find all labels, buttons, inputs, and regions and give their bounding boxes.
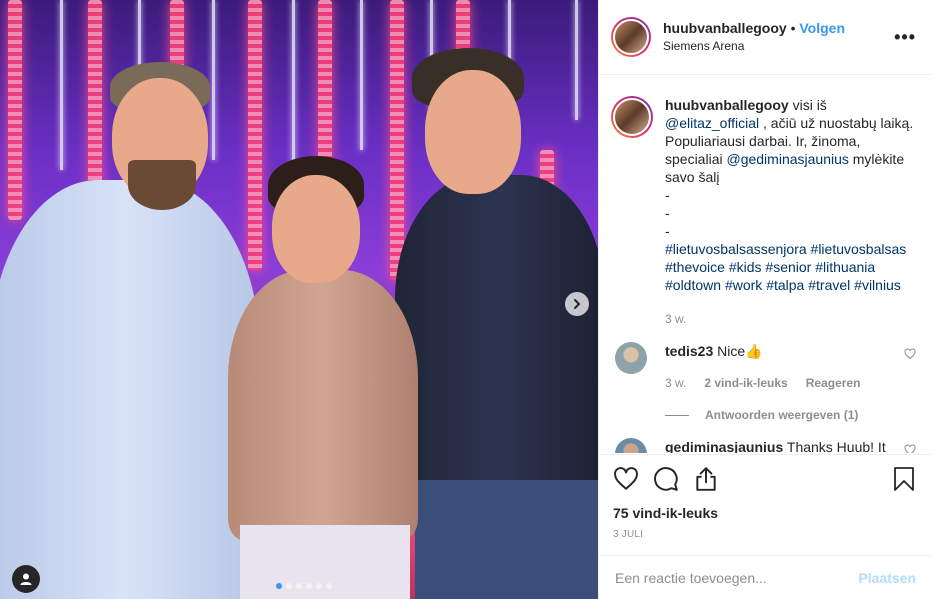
- comment-item: gediminasjaunius Thanks Huub! It: [611, 438, 916, 453]
- comment-item: tedis23 Nice👍 3 w. 2 vind-ik-leuks Reage…: [611, 342, 916, 424]
- comment-bubble-icon[interactable]: [653, 466, 679, 492]
- caption-mention[interactable]: @gediminasjaunius: [726, 151, 848, 167]
- commenter-username[interactable]: tedis23: [665, 343, 713, 359]
- author-username[interactable]: huubvanballegooy: [663, 20, 787, 36]
- instagram-post-view: huubvanballegooy • Volgen Siemens Arena …: [0, 0, 932, 599]
- author-avatar[interactable]: [611, 17, 651, 57]
- view-replies-label: Antwoorden weergeven (1): [705, 408, 859, 422]
- comment-text: Thanks Huub! It: [783, 439, 886, 453]
- caption-hashtags: #lietuvosbalsassenjora #lietuvosbalsas #…: [665, 240, 916, 294]
- hashtag-link[interactable]: #kids: [729, 259, 762, 275]
- post-actions: 75 vind-ik-leuks 3 JULI: [599, 454, 932, 540]
- caption-mention[interactable]: @elitaz_official: [665, 115, 759, 131]
- tagged-users-button[interactable]: [12, 565, 40, 593]
- hashtag-link[interactable]: #oldtown: [665, 277, 721, 293]
- comment-timestamp[interactable]: 3 w.: [665, 374, 686, 392]
- post-details-panel: huubvanballegooy • Volgen Siemens Arena …: [598, 0, 932, 599]
- bookmark-icon[interactable]: [892, 466, 916, 492]
- person-right: [395, 175, 598, 485]
- hashtag-link[interactable]: #vilnius: [854, 277, 901, 293]
- user-icon: [20, 573, 32, 585]
- hashtag-link[interactable]: #talpa: [766, 277, 804, 293]
- caption-dash: -: [665, 205, 670, 221]
- comments-section[interactable]: huubvanballegooy visi iš @elitaz_officia…: [599, 76, 932, 453]
- person-left: [0, 180, 260, 599]
- carousel-indicator: [276, 583, 332, 589]
- follow-button[interactable]: Volgen: [799, 20, 845, 36]
- post-caption: huubvanballegooy visi iš @elitaz_officia…: [611, 76, 916, 328]
- hashtag-link[interactable]: #lietuvosbalsassenjora: [665, 241, 807, 257]
- caption-text: visi iš: [788, 97, 827, 113]
- share-icon[interactable]: [693, 466, 719, 492]
- caption-avatar[interactable]: [611, 96, 653, 138]
- caption-dash: -: [665, 187, 670, 203]
- more-icon: •••: [894, 26, 916, 47]
- more-options-button[interactable]: •••: [894, 27, 916, 48]
- hashtag-link[interactable]: #lithuania: [815, 259, 875, 275]
- chevron-right-icon: [574, 299, 581, 309]
- hashtag-link[interactable]: #thevoice: [665, 259, 725, 275]
- hashtag-link[interactable]: #travel: [808, 277, 850, 293]
- hashtag-link[interactable]: #senior: [765, 259, 811, 275]
- post-comment-button[interactable]: Plaatsen: [858, 570, 916, 586]
- next-image-button[interactable]: [565, 292, 589, 316]
- post-header: huubvanballegooy • Volgen Siemens Arena …: [599, 0, 932, 75]
- hashtag-link[interactable]: #lietuvosbalsas: [811, 241, 907, 257]
- reply-button[interactable]: Reageren: [806, 374, 861, 392]
- carousel-dot: [276, 583, 282, 589]
- carousel-dot: [326, 583, 332, 589]
- commenter-avatar[interactable]: [615, 438, 647, 453]
- post-date[interactable]: 3 JULI: [613, 529, 916, 540]
- caption-timestamp[interactable]: 3 w.: [665, 310, 916, 328]
- like-heart-icon[interactable]: [613, 466, 639, 492]
- caption-username[interactable]: huubvanballegooy: [665, 97, 789, 113]
- commenter-avatar[interactable]: [615, 342, 647, 374]
- commenter-username[interactable]: gediminasjaunius: [665, 439, 783, 453]
- hashtag-link[interactable]: #work: [725, 277, 762, 293]
- comment-input[interactable]: [615, 569, 859, 586]
- carousel-dot: [286, 583, 292, 589]
- post-location[interactable]: Siemens Arena: [663, 37, 894, 55]
- carousel-dot: [296, 583, 302, 589]
- person-middle: [228, 270, 418, 540]
- carousel-dot: [306, 583, 312, 589]
- carousel-dot: [316, 583, 322, 589]
- like-comment-heart-icon[interactable]: [904, 348, 916, 360]
- comment-likes[interactable]: 2 vind-ik-leuks: [704, 374, 787, 392]
- caption-dash: -: [665, 223, 670, 239]
- like-comment-heart-icon[interactable]: [904, 444, 916, 453]
- view-replies-button[interactable]: Antwoorden weergeven (1): [665, 406, 904, 424]
- comment-text: Nice👍: [713, 343, 763, 359]
- likes-count[interactable]: 75 vind-ik-leuks: [613, 505, 916, 521]
- post-photo[interactable]: [0, 0, 598, 599]
- add-comment-bar: Plaatsen: [599, 555, 932, 599]
- follow-separator: •: [786, 20, 800, 36]
